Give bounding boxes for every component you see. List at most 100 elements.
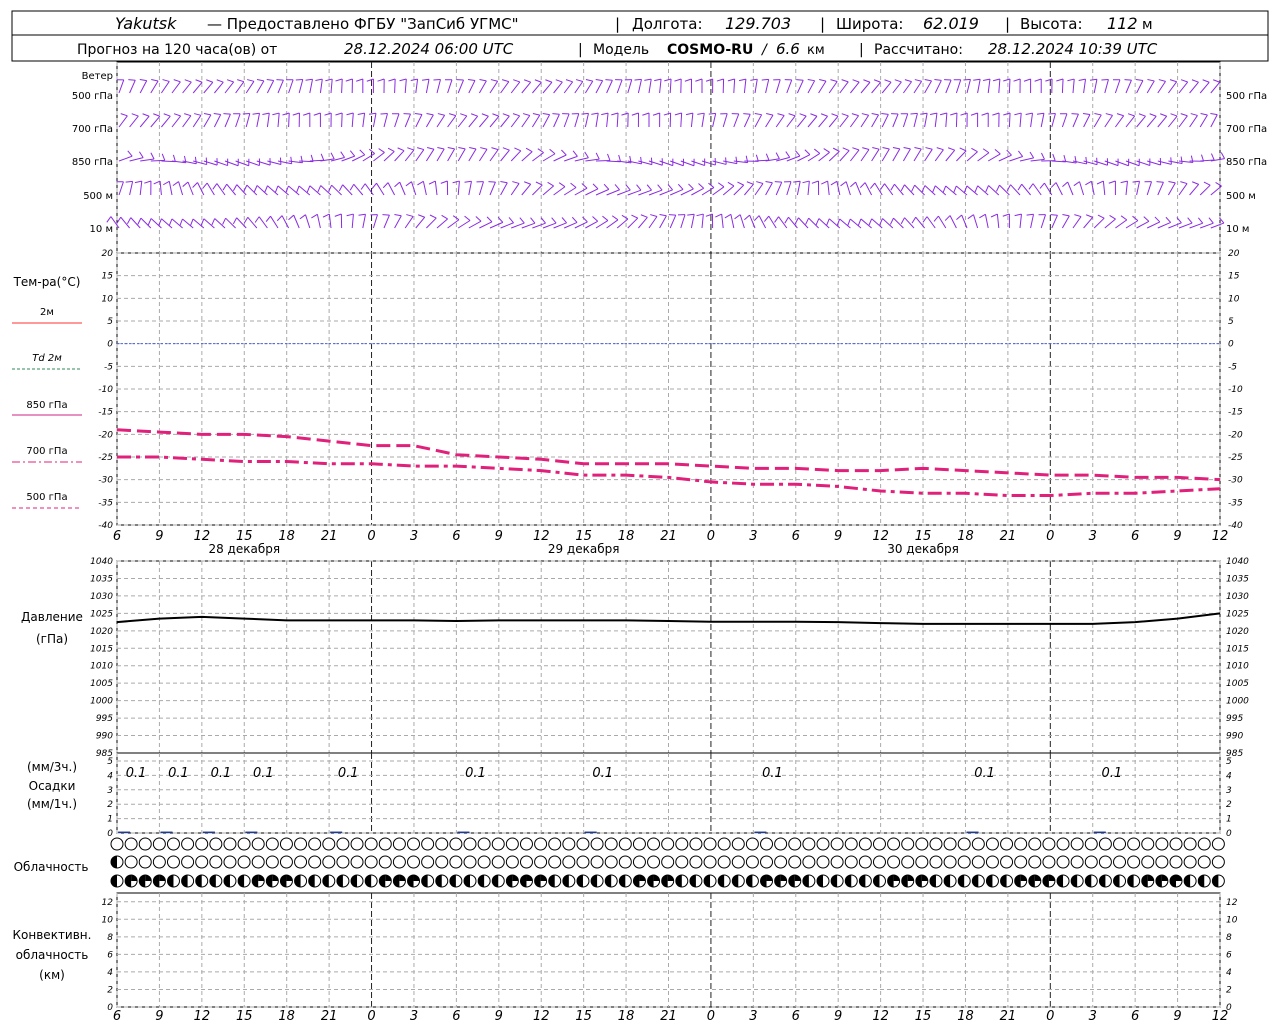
wind-barb-flag <box>120 113 128 117</box>
wind-barb-flag <box>433 78 441 81</box>
wind-barb <box>563 187 577 196</box>
wind-barb-flag <box>153 113 160 117</box>
precip-title: Осадки <box>29 779 76 793</box>
hour-tick-label-bottom: 18 <box>278 1009 295 1024</box>
wind-barb-flag <box>292 112 300 116</box>
wind-barb-flag <box>519 217 525 224</box>
wind-barb <box>457 79 464 94</box>
cloud-symbol <box>872 855 886 869</box>
wind-barb-flag <box>537 148 544 154</box>
wind-barb <box>510 81 521 94</box>
wind-barb <box>1114 115 1125 128</box>
cloud-symbol <box>209 837 223 851</box>
wind-barb-flag <box>900 184 905 192</box>
wind-barb <box>828 115 839 128</box>
wind-barb-flag <box>340 151 345 158</box>
cloud-fill <box>379 875 386 887</box>
wind-barb-flag <box>642 112 650 116</box>
cloud-symbol <box>830 837 844 851</box>
cloud-symbol <box>1127 855 1141 869</box>
wind-barb-flag <box>1025 112 1033 115</box>
lon-label: Долгота: <box>632 15 703 33</box>
cloud-symbol <box>181 837 195 851</box>
wind-barb-flag <box>796 79 804 81</box>
wind-barb <box>159 181 162 196</box>
wind-barb-flag <box>652 112 660 116</box>
wind-barb-flag <box>406 214 414 217</box>
wind-barb-flag <box>1170 157 1172 165</box>
cloud-symbol <box>1141 837 1155 851</box>
wind-barb-flag <box>128 79 136 81</box>
wind-barb-flag <box>1003 78 1011 82</box>
cloud-symbol <box>1183 837 1197 851</box>
precip-y-tick: 4 <box>107 771 113 781</box>
wind-barb-flag <box>247 79 255 82</box>
cloud-fill <box>1147 875 1154 881</box>
wind-barb-flag <box>1158 79 1166 82</box>
wind-barb-flag <box>572 150 578 157</box>
wind-barb <box>680 112 683 128</box>
wind-barb-flag <box>532 113 540 116</box>
wind-barb-flag <box>925 147 933 150</box>
wind-barb <box>733 78 736 94</box>
pressure-y-tick: 1000 <box>90 697 113 707</box>
wind-barb <box>1115 219 1128 229</box>
wind-barb-flag <box>903 147 911 150</box>
cloud-symbol <box>915 855 929 869</box>
wind-barb-flag <box>422 78 430 81</box>
wind-barb <box>595 113 599 128</box>
wind-barb-flag <box>565 79 573 83</box>
precip-bar <box>330 831 343 833</box>
wind-barb <box>818 151 830 162</box>
cloud-fill <box>1212 875 1219 887</box>
wind-barb-flag <box>756 181 764 184</box>
wind-level-label-right: 850 гПа <box>1226 157 1267 168</box>
wind-barb-flag <box>775 152 780 160</box>
wind-barb-flag <box>1210 153 1215 161</box>
wind-barb <box>627 217 639 229</box>
wind-barb-flag <box>815 218 820 226</box>
cloud-symbol <box>336 837 350 851</box>
wind-barb <box>468 115 479 128</box>
wind-barb-flag <box>147 218 152 226</box>
cloud-fill <box>605 875 612 887</box>
wind-barb-flag <box>467 79 476 81</box>
wind-barb-flag <box>441 214 448 220</box>
wind-barb <box>574 187 588 196</box>
wind-barb-flag <box>910 112 918 115</box>
wind-barb-flag <box>1176 217 1182 224</box>
cloud-symbol <box>477 855 491 869</box>
cloud-fill <box>266 875 273 887</box>
wind-barb <box>309 79 313 94</box>
wind-barb <box>1199 114 1208 128</box>
cloud-symbol <box>774 837 788 851</box>
cloud-symbol <box>618 837 632 851</box>
precip-title-3h: (мм/3ч.) <box>27 760 77 774</box>
wind-barb-flag <box>315 78 323 81</box>
wind-barb <box>796 80 804 94</box>
wind-barb <box>1040 113 1045 128</box>
wind-barb-flag <box>194 113 202 116</box>
cloud-symbol <box>435 855 449 869</box>
cloud-fill <box>1057 875 1064 887</box>
cloud-symbol <box>435 837 449 851</box>
wind-barb <box>510 115 521 128</box>
hour-tick-label-bottom: 0 <box>1046 1009 1054 1024</box>
hour-tick-label-bottom: 18 <box>957 1009 974 1024</box>
wind-barb-flag <box>674 78 682 82</box>
wind-barb <box>457 115 468 128</box>
wind-barb-flag <box>151 79 159 82</box>
wind-barb-flag <box>399 78 407 82</box>
cloud-fill <box>167 875 174 887</box>
wind-barb <box>860 114 870 128</box>
cloud-symbol <box>322 855 336 869</box>
cloud-symbol <box>265 855 279 869</box>
wind-barb <box>256 113 260 128</box>
location-name: Yakutsk <box>115 14 177 33</box>
wind-barb <box>447 219 460 229</box>
cloud-fill <box>534 875 541 887</box>
hour-tick-label-bottom: 21 <box>660 1009 677 1024</box>
wind-barb-flag <box>1062 181 1069 188</box>
wind-barb-flag <box>646 184 652 191</box>
wind-barb <box>1136 115 1146 128</box>
